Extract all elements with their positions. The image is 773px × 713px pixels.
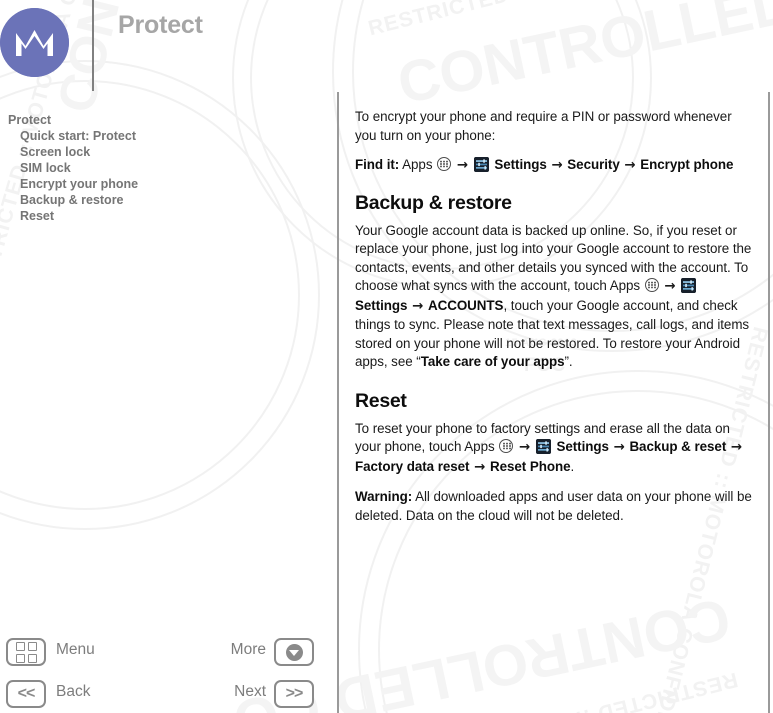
sidebar-item-encrypt-your-phone[interactable]: Encrypt your phone	[20, 176, 318, 192]
settings-icon[interactable]	[681, 278, 697, 293]
menu-button[interactable]	[6, 638, 46, 666]
take-care-of-your-apps-link[interactable]: Take care of your apps	[421, 354, 565, 369]
path-arrow-2: →	[551, 158, 563, 173]
find-it-label: Find it:	[355, 157, 400, 172]
header-divider	[92, 0, 94, 91]
apps-grid-icon[interactable]	[437, 157, 452, 171]
sidebar-toc: Protect Quick start: Protect Screen lock…	[8, 112, 318, 224]
reset-step-backup-reset: Backup & reset	[629, 439, 727, 454]
bottom-navigation: Menu More << Back Next >>	[0, 638, 337, 713]
next-label[interactable]: Next	[218, 683, 266, 701]
reset-paragraph: To reset your phone to factory settings …	[355, 420, 753, 478]
sidebar-item-reset[interactable]: Reset	[20, 208, 318, 224]
sidebar-toc-heading: Protect	[8, 113, 52, 127]
settings-icon[interactable]	[535, 439, 551, 454]
settings-icon[interactable]	[473, 157, 489, 172]
path-arrow-6: →	[518, 440, 531, 455]
right-margin-rule	[768, 92, 770, 713]
sidebar-item-quick-start-protect[interactable]: Quick start: Protect	[20, 128, 318, 144]
menu-label[interactable]: Menu	[56, 641, 95, 659]
document-page: RESTRICTED :: MOTOROLA CONFIDENTIAL REST…	[0, 0, 773, 713]
main-content: To encrypt your phone and require a PIN …	[355, 108, 753, 536]
more-button[interactable]	[274, 638, 314, 666]
apps-grid-icon[interactable]	[644, 278, 659, 292]
path-arrow-5: →	[412, 298, 424, 314]
reset-apps-word: Apps	[464, 439, 495, 454]
backup-restore-paragraph: Your Google account data is backed up on…	[355, 222, 753, 372]
find-it-line: Find it: Apps → Settings → Security → En…	[355, 156, 753, 176]
motorola-logo	[0, 8, 69, 77]
find-it-step-security: Security	[567, 157, 620, 172]
grid-menu-icon	[15, 641, 37, 663]
path-arrow-8: →	[730, 440, 743, 455]
reset-step-factory-data-reset: Factory data reset	[355, 458, 470, 474]
backup-step-settings: Settings	[355, 297, 408, 313]
backup-para-part3: ”.	[564, 354, 573, 369]
sidebar-item-backup-restore[interactable]: Backup & restore	[20, 192, 318, 208]
backup-apps-word: Apps	[609, 278, 641, 293]
sidebar-item-screen-lock[interactable]: Screen lock	[20, 144, 318, 160]
back-label[interactable]: Back	[56, 683, 90, 701]
sidebar-item-sim-lock[interactable]: SIM lock	[20, 160, 318, 176]
circle-chevron-down-icon	[285, 643, 303, 661]
reset-step-reset-phone: Reset Phone	[489, 458, 571, 474]
path-arrow-7: →	[613, 440, 625, 455]
back-button[interactable]: <<	[6, 680, 46, 708]
double-chevron-right-icon: >>	[285, 685, 304, 702]
find-it-step-settings: Settings	[494, 157, 547, 172]
find-it-step-encrypt-phone: Encrypt phone	[640, 157, 734, 172]
reset-para-end: .	[570, 458, 575, 474]
reset-heading: Reset	[355, 389, 407, 412]
more-label[interactable]: More	[218, 641, 266, 659]
page-title: Protect	[118, 11, 203, 39]
double-chevron-left-icon: <<	[17, 685, 36, 702]
backup-restore-heading: Backup & restore	[355, 191, 512, 214]
reset-step-settings: Settings	[556, 439, 609, 454]
reset-warning-paragraph: Warning: All downloaded apps and user da…	[355, 488, 753, 525]
next-button[interactable]: >>	[274, 680, 314, 708]
column-divider	[337, 92, 339, 713]
motorola-logo-icon	[0, 8, 69, 77]
path-arrow-4: →	[664, 279, 676, 294]
path-arrow-9: →	[474, 459, 486, 475]
path-arrow-3: →	[624, 158, 636, 173]
find-it-apps-word: Apps	[402, 157, 433, 172]
path-arrow-1: →	[456, 158, 468, 173]
warning-text: All downloaded apps and user data on you…	[355, 489, 752, 523]
apps-grid-icon[interactable]	[499, 439, 514, 453]
warning-label: Warning:	[355, 489, 413, 504]
encrypt-intro-paragraph: To encrypt your phone and require a PIN …	[355, 109, 732, 143]
backup-step-accounts: ACCOUNTS	[427, 297, 504, 313]
